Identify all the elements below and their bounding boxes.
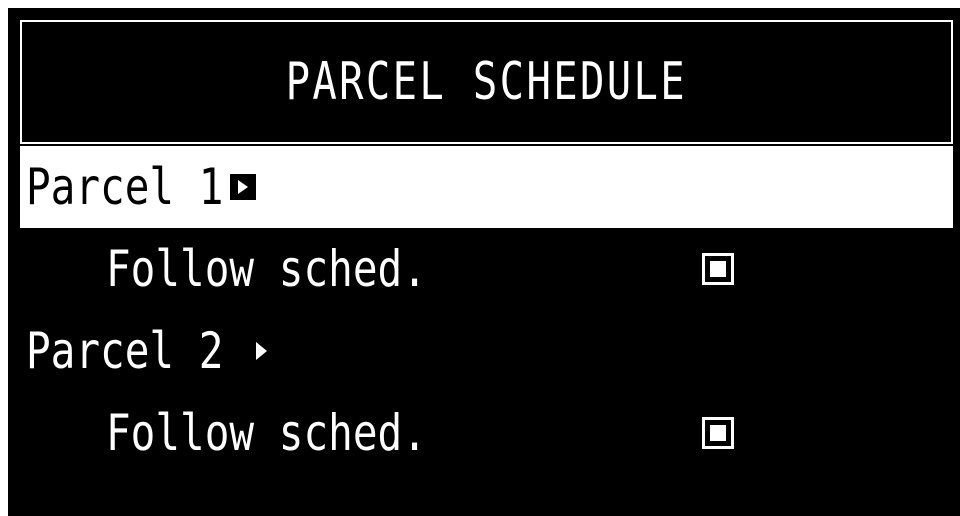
menu-item-parcel-2[interactable]: Parcel 2 xyxy=(20,310,953,392)
menu-item-label: Parcel 2 xyxy=(26,322,224,380)
menu-item-parcel-1-follow-schedule[interactable]: Follow sched. xyxy=(20,228,953,310)
title-bar: PARCEL SCHEDULE xyxy=(20,20,953,144)
menu-item-parcel-1[interactable]: Parcel 1 xyxy=(20,146,953,228)
menu-item-label: Follow sched. xyxy=(106,240,427,298)
follow-schedule-checkbox[interactable] xyxy=(702,417,734,449)
parcel-schedule-screen: PARCEL SCHEDULE Parcel 1 Follow sched. P… xyxy=(8,8,960,516)
triangle-right-icon xyxy=(230,174,256,200)
menu-item-label: Follow sched. xyxy=(106,404,427,462)
menu-item-parcel-2-follow-schedule[interactable]: Follow sched. xyxy=(20,392,953,474)
triangle-right-icon xyxy=(256,342,267,360)
page-title: PARCEL SCHEDULE xyxy=(285,52,688,112)
follow-schedule-checkbox[interactable] xyxy=(702,253,734,285)
menu-item-label: Parcel 1 xyxy=(26,158,224,216)
